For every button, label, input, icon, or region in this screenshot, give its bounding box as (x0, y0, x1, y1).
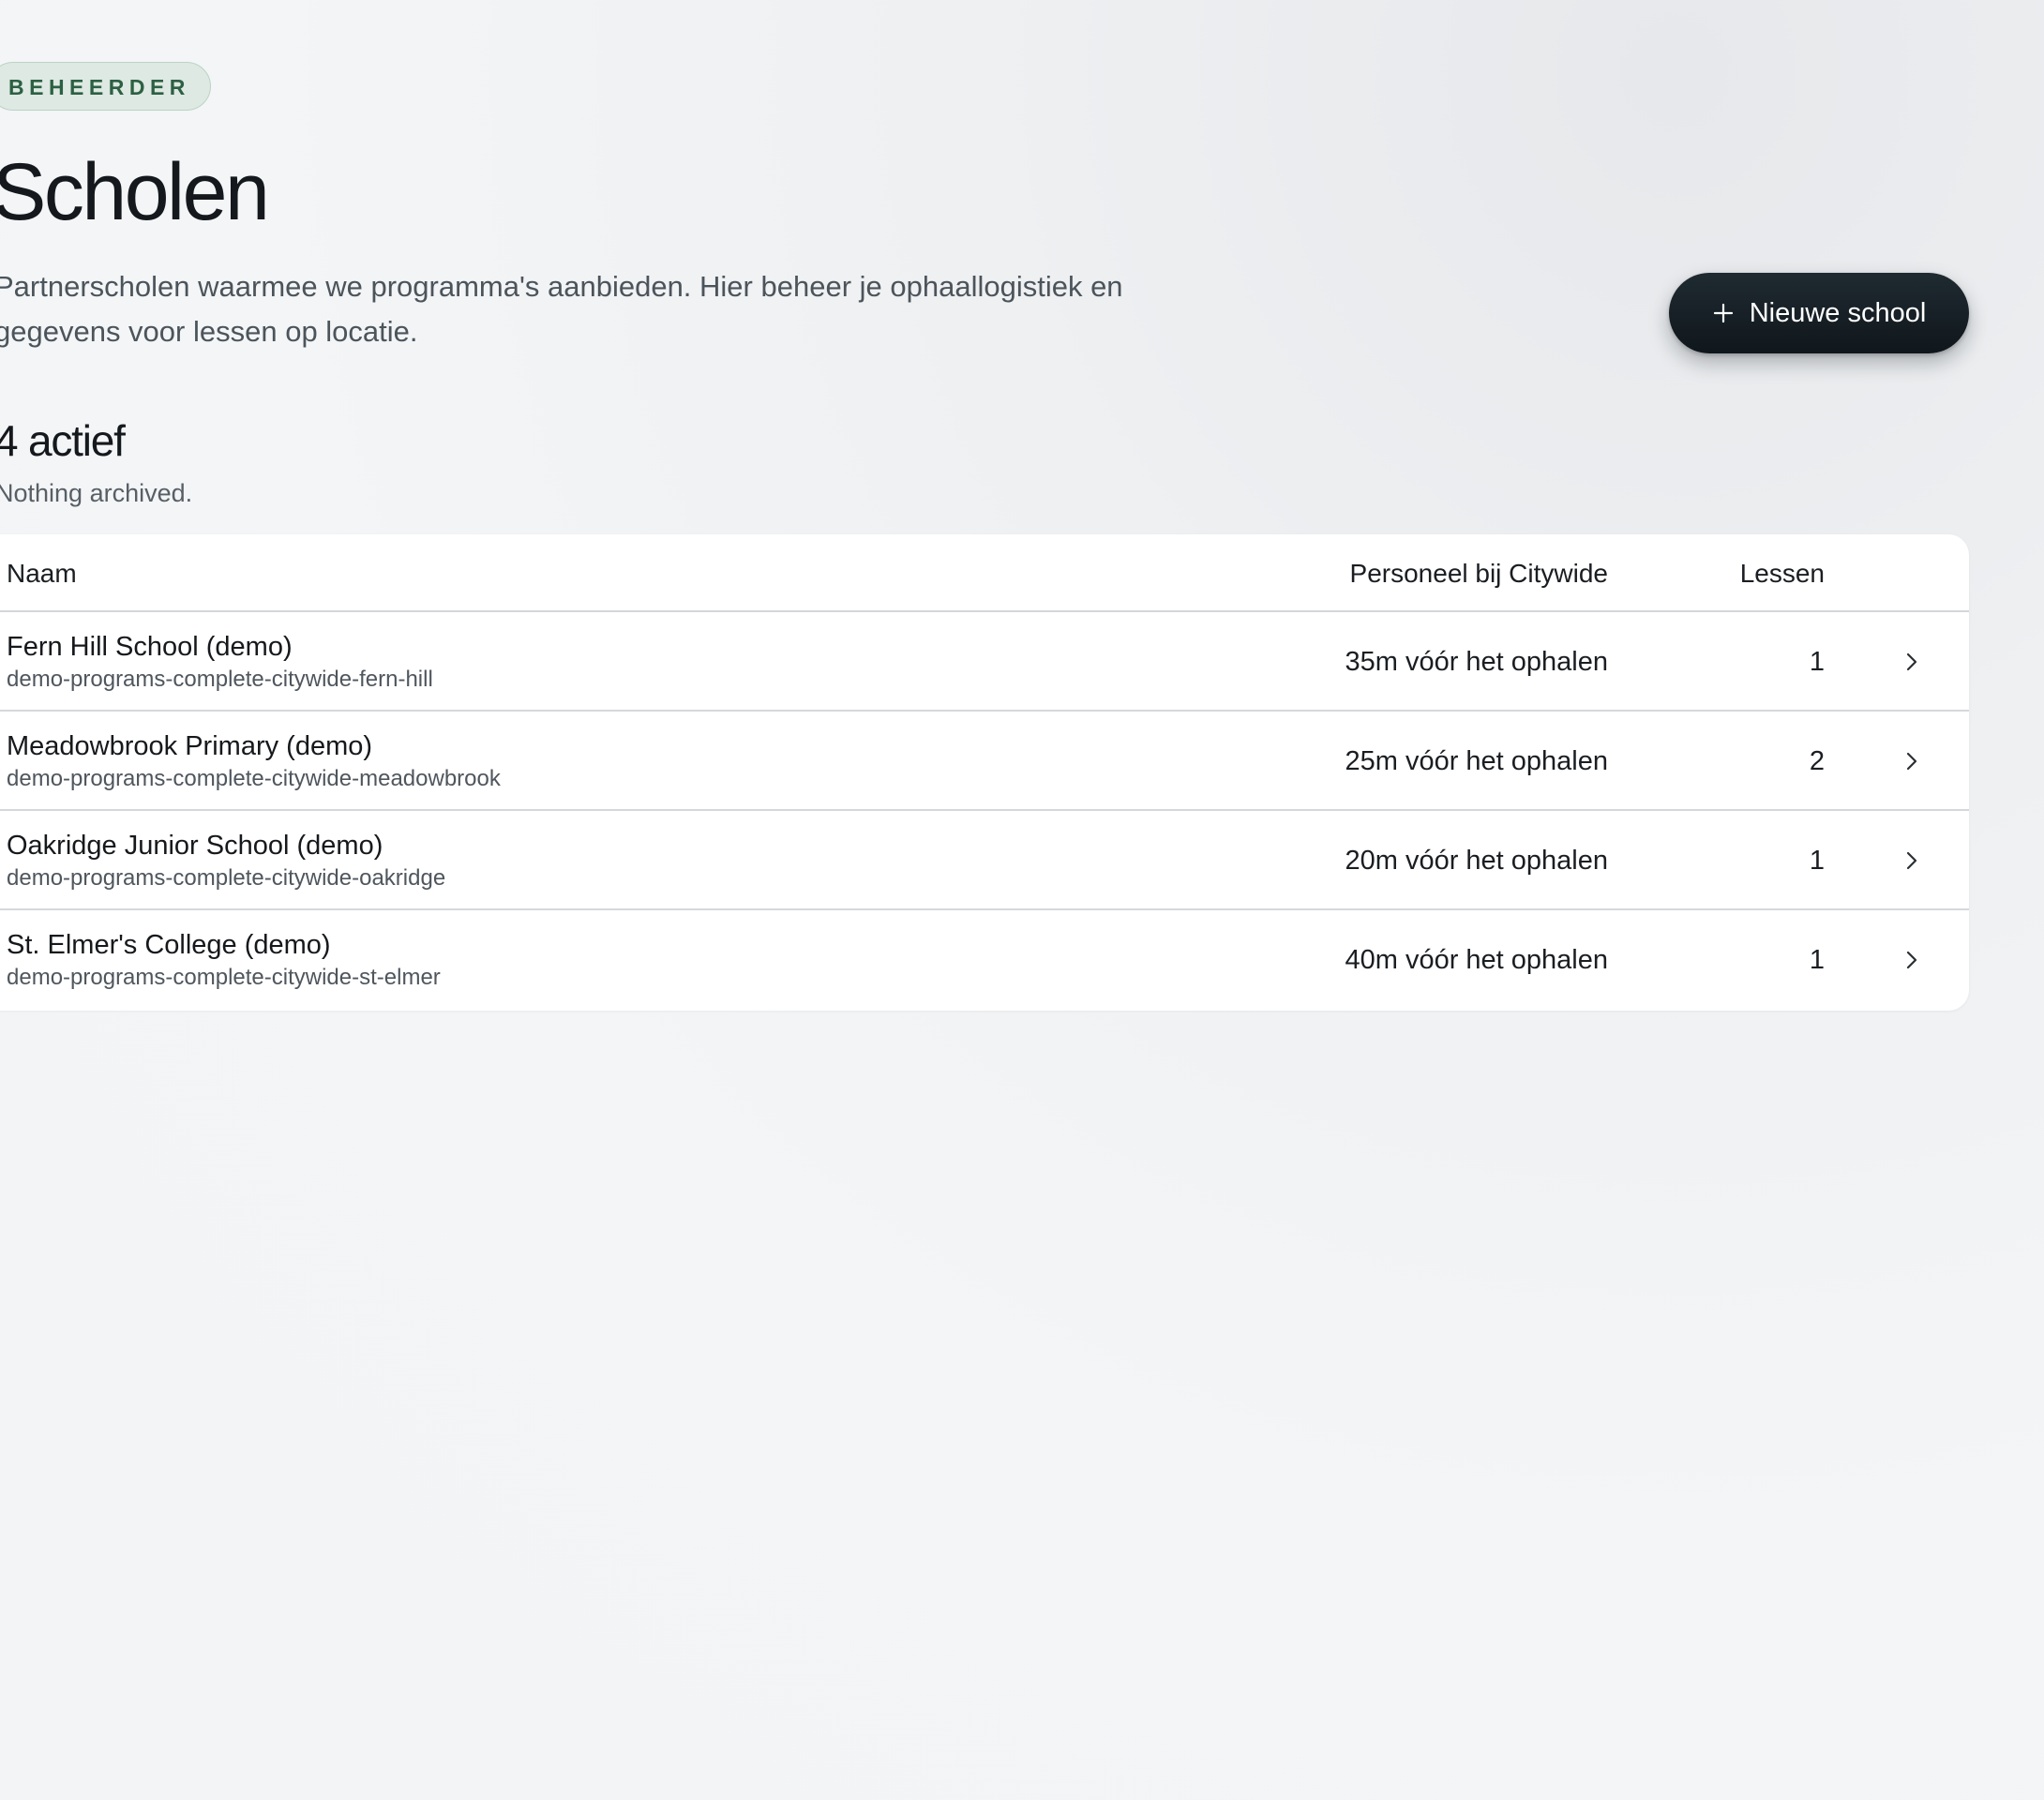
schools-table: Naam Personeel bij Citywide Lessen Fern … (0, 534, 1969, 1011)
table-header: Naam Personeel bij Citywide Lessen (0, 534, 1969, 612)
column-header-name[interactable]: Naam (7, 534, 77, 613)
chevron-right-icon[interactable] (1900, 650, 1924, 674)
page-title: Scholen (0, 147, 270, 237)
lessons-count: 1 (1809, 846, 1825, 876)
school-slug: demo-programs-complete-citywide-fern-hil… (7, 667, 433, 692)
new-school-label: Nieuwe school (1749, 297, 1927, 328)
lessons-count: 1 (1809, 945, 1825, 975)
column-header-lessons[interactable]: Lessen (1740, 534, 1825, 613)
staff-arrival: 35m vóór het ophalen (1345, 647, 1608, 677)
staff-arrival: 40m vóór het ophalen (1345, 945, 1608, 975)
lessons-count: 2 (1809, 746, 1825, 776)
school-name: St. Elmer's College (demo) (7, 930, 331, 960)
school-name: Meadowbrook Primary (demo) (7, 731, 373, 761)
role-badge: BEHEERDER (0, 62, 211, 111)
table-row[interactable]: Oakridge Junior School (demo) demo-progr… (0, 811, 1969, 910)
chevron-right-icon[interactable] (1900, 948, 1924, 972)
table-row[interactable]: Fern Hill School (demo) demo-programs-co… (0, 612, 1969, 712)
chevron-right-icon[interactable] (1900, 749, 1924, 773)
school-name: Oakridge Junior School (demo) (7, 831, 383, 861)
staff-arrival: 20m vóór het ophalen (1345, 846, 1608, 876)
school-name: Fern Hill School (demo) (7, 632, 293, 662)
plus-icon (1712, 302, 1735, 324)
active-count: 4 actief (0, 416, 126, 465)
school-slug: demo-programs-complete-citywide-oakridge (7, 865, 446, 891)
table-row[interactable]: Meadowbrook Primary (demo) demo-programs… (0, 712, 1969, 811)
school-slug: demo-programs-complete-citywide-st-elmer (7, 965, 441, 990)
lessons-count: 1 (1809, 647, 1825, 677)
school-slug: demo-programs-complete-citywide-meadowbr… (7, 766, 501, 791)
archived-note: Nothing archived. (0, 479, 193, 507)
column-header-staff[interactable]: Personeel bij Citywide (1350, 534, 1608, 613)
new-school-button[interactable]: Nieuwe school (1669, 273, 1969, 353)
chevron-right-icon[interactable] (1900, 848, 1924, 873)
page-description: Partnerscholen waarmee we programma's aa… (0, 270, 1123, 348)
table-row[interactable]: St. Elmer's College (demo) demo-programs… (0, 910, 1969, 1010)
staff-arrival: 25m vóór het ophalen (1345, 746, 1608, 776)
